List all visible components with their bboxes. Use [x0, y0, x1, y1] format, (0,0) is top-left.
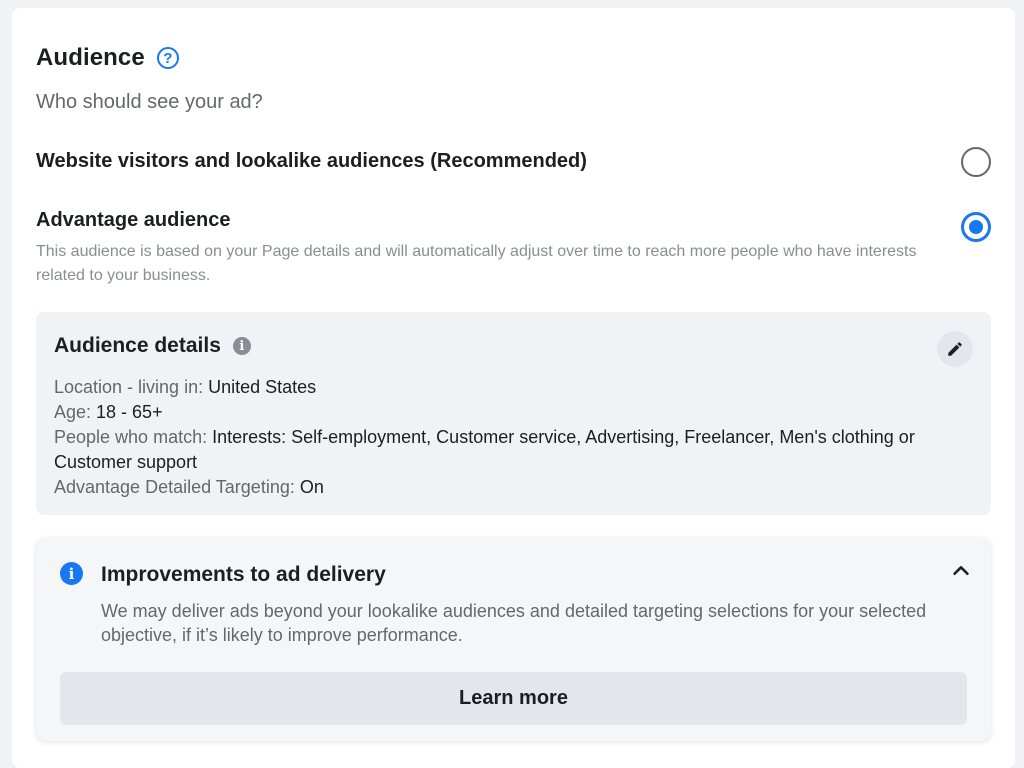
question-circle-icon[interactable]: ? [156, 47, 179, 69]
detail-age-value: 18 - 65+ [96, 402, 163, 422]
audience-details-header: Audience details i [54, 334, 251, 358]
detail-location-label: Location - living in: [54, 377, 209, 397]
audience-header: Audience ? [36, 44, 179, 72]
detail-targeting-label: Advantage Detailed Targeting: [54, 477, 300, 497]
pencil-icon [948, 342, 962, 356]
audience-title: Audience [36, 44, 145, 71]
info-circle-icon: i [60, 562, 83, 585]
radio-website-visitors[interactable] [961, 147, 991, 177]
improvements-title: Improvements to ad delivery [101, 563, 386, 586]
detail-targeting: Advantage Detailed Targeting: On [54, 475, 954, 500]
option-advantage-audience-label[interactable]: Advantage audience [36, 209, 231, 232]
detail-age: Age: 18 - 65+ [54, 400, 954, 425]
detail-people-match: People who match: Interests: Self-employ… [54, 425, 954, 475]
audience-details-title: Audience details [54, 334, 221, 357]
detail-targeting-value: On [299, 477, 324, 497]
detail-people-match-label: People who match: [54, 427, 213, 447]
radio-advantage-audience[interactable] [961, 212, 991, 242]
radio-selected-dot [969, 220, 983, 234]
option-website-visitors-label[interactable]: Website visitors and lookalike audiences… [36, 150, 587, 173]
chevron-up-icon[interactable] [950, 560, 972, 582]
detail-location: Location - living in: United States [54, 375, 954, 400]
improvements-text: We may deliver ads beyond your lookalike… [101, 601, 927, 645]
improvements-panel: i Improvements to ad delivery We may del… [36, 538, 991, 741]
audience-subtitle: Who should see your ad? [36, 91, 263, 113]
audience-details-panel: Audience details i Location - living in:… [36, 312, 991, 515]
audience-details-list: Location - living in: United States Age:… [54, 375, 954, 500]
edit-audience-button[interactable] [937, 331, 973, 367]
detail-location-value: United States [208, 377, 317, 397]
learn-more-button[interactable]: Learn more [60, 672, 967, 725]
audience-card: Audience ? Who should see your ad? Websi… [12, 8, 1015, 768]
detail-age-label: Age: [54, 402, 97, 422]
info-circle-icon[interactable]: i [232, 337, 251, 355]
advantage-audience-description: This audience is based on your Page deta… [36, 243, 917, 284]
